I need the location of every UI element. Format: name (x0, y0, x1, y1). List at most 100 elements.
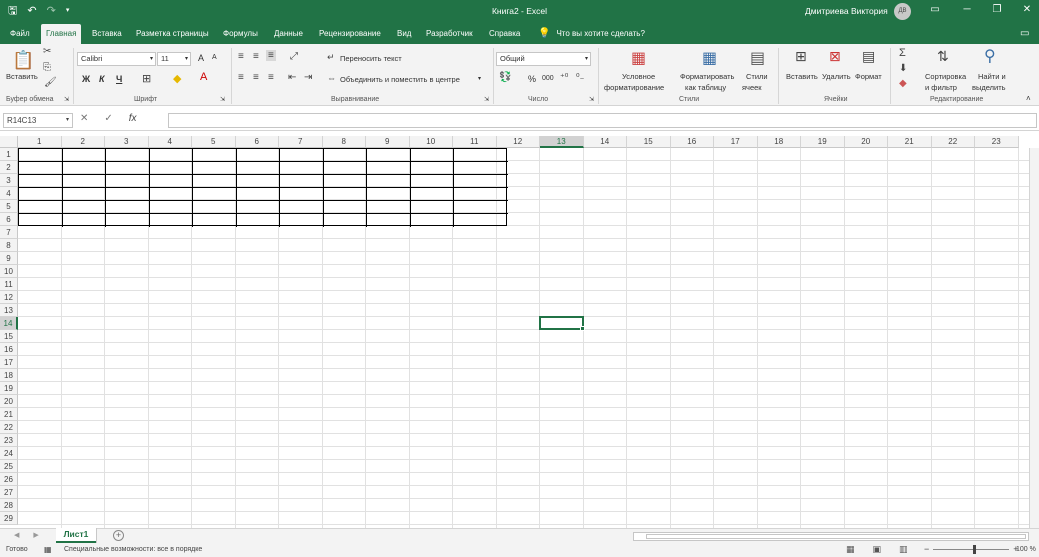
align-top-icon[interactable]: ≡ (238, 51, 244, 62)
tab-data[interactable]: Данные (269, 24, 308, 44)
clear-icon[interactable]: ◆ (899, 78, 907, 89)
find-select-icon[interactable]: ⚲ (984, 46, 996, 66)
wrap-text-button[interactable]: Переносить текст (340, 54, 402, 63)
paste-button[interactable]: Вставить (6, 72, 38, 81)
number-format-select[interactable]: Общий ▾ (496, 52, 591, 66)
bordered-range[interactable] (18, 148, 508, 227)
insert-cells-icon[interactable]: ⊞ (795, 48, 807, 65)
row-header[interactable]: 1 (0, 148, 18, 161)
format-as-table-label-2[interactable]: как таблицу (685, 83, 726, 92)
row-header[interactable]: 9 (0, 252, 18, 265)
column-header[interactable]: 4 (148, 136, 192, 148)
row-header[interactable]: 18 (0, 369, 18, 382)
cut-icon[interactable]: ✂ (43, 46, 51, 57)
normal-view-icon[interactable]: ▦ (846, 544, 855, 555)
row-header[interactable]: 6 (0, 213, 18, 226)
borders-icon[interactable]: ⊞ (142, 72, 151, 85)
name-box[interactable]: R14C13 ▾ (3, 113, 73, 128)
column-header[interactable]: 6 (235, 136, 279, 148)
tab-page-layout[interactable]: Разметка страницы (131, 24, 214, 44)
font-size-select[interactable]: 11 ▾ (157, 52, 191, 66)
row-header[interactable]: 8 (0, 239, 18, 252)
row-header[interactable]: 29 (0, 512, 18, 525)
paste-icon[interactable]: 📋 (12, 50, 34, 71)
conditional-formatting-icon[interactable]: ▦ (631, 48, 646, 68)
row-header[interactable]: 3 (0, 174, 18, 187)
conditional-formatting-label-2[interactable]: форматирование (604, 83, 664, 92)
chevron-down-icon[interactable]: ▾ (478, 75, 481, 82)
percent-button[interactable]: % (528, 74, 536, 84)
column-header[interactable]: 8 (322, 136, 366, 148)
format-painter-icon[interactable]: 🖌 (44, 77, 57, 88)
conditional-formatting-label-1[interactable]: Условное (622, 72, 655, 81)
column-header[interactable]: 20 (844, 136, 888, 148)
column-header[interactable]: 3 (105, 136, 149, 148)
column-header[interactable]: 12 (496, 136, 540, 148)
column-header[interactable]: 16 (670, 136, 714, 148)
column-header[interactable]: 13 (540, 136, 584, 148)
row-header[interactable]: 23 (0, 434, 18, 447)
page-layout-view-icon[interactable]: ▣ (873, 544, 882, 555)
cell-styles-icon[interactable]: ▤ (750, 48, 765, 68)
sort-filter-label-1[interactable]: Сортировка (925, 72, 966, 81)
avatar[interactable]: ДВ (894, 3, 911, 20)
tab-home[interactable]: Главная (41, 24, 82, 44)
sort-filter-label-2[interactable]: и фильтр (925, 83, 957, 92)
column-header[interactable]: 7 (279, 136, 323, 148)
italic-button[interactable]: К (99, 74, 105, 84)
active-cell[interactable] (539, 316, 585, 331)
row-header[interactable]: 15 (0, 330, 18, 343)
tab-formulas[interactable]: Формулы (218, 24, 263, 44)
decrease-decimal-icon[interactable]: ⁰₋ (576, 72, 584, 83)
row-header[interactable]: 14 (0, 317, 18, 330)
cell-styles-label-2[interactable]: ячеек (742, 83, 762, 92)
tab-view[interactable]: Вид (392, 24, 416, 44)
column-header[interactable]: 23 (975, 136, 1019, 148)
zoom-slider[interactable] (933, 544, 1010, 554)
alignment-launcher-icon[interactable]: ⇲ (484, 96, 489, 103)
formula-input[interactable] (168, 113, 1037, 128)
format-cells-icon[interactable]: ▤ (862, 48, 875, 65)
align-left-icon[interactable]: ≡ (238, 72, 244, 83)
row-header[interactable]: 21 (0, 408, 18, 421)
close-icon[interactable]: ✕ (1020, 4, 1034, 15)
fill-handle[interactable] (579, 326, 585, 331)
find-select-label-2[interactable]: выделить (972, 83, 1006, 92)
row-header[interactable]: 13 (0, 304, 18, 317)
macro-record-icon[interactable]: ▦ (44, 545, 52, 554)
zoom-out-icon[interactable]: − (924, 544, 929, 554)
underline-button[interactable]: Ч (116, 74, 122, 84)
tab-file[interactable]: Файл (5, 24, 35, 44)
row-header[interactable]: 5 (0, 200, 18, 213)
row-header[interactable]: 11 (0, 278, 18, 291)
find-select-label-1[interactable]: Найти и (978, 72, 1006, 81)
row-header[interactable]: 7 (0, 226, 18, 239)
tab-insert[interactable]: Вставка (87, 24, 127, 44)
column-header[interactable]: 1 (18, 136, 62, 148)
row-header[interactable]: 4 (0, 187, 18, 200)
merge-center-button[interactable]: Объединить и поместить в центре (340, 75, 460, 84)
column-header[interactable]: 19 (801, 136, 845, 148)
column-header[interactable]: 5 (192, 136, 236, 148)
align-center-icon[interactable]: ≡ (253, 72, 259, 83)
column-header[interactable]: 2 (61, 136, 105, 148)
prev-sheet-icon[interactable]: ◀ (14, 531, 19, 539)
merge-center-icon[interactable]: ⇔ (327, 73, 336, 83)
row-header[interactable]: 27 (0, 486, 18, 499)
accessibility-status[interactable]: Специальные возможности: все в порядке (64, 546, 202, 553)
column-header[interactable]: 17 (714, 136, 758, 148)
sort-filter-icon[interactable]: ⇅ (937, 48, 949, 65)
scroll-thumb[interactable] (646, 534, 1026, 539)
bold-button[interactable]: Ж (82, 74, 90, 84)
font-color-icon[interactable]: A (200, 71, 207, 83)
confirm-entry-icon[interactable]: ✓ (104, 113, 112, 124)
grow-font-button[interactable]: A (198, 53, 204, 63)
select-all-corner[interactable] (0, 136, 18, 148)
format-cells-button[interactable]: Формат (855, 72, 882, 81)
worksheet-grid[interactable]: 1 2 3 4 5 6 7 8 9 10 11 12 13 14 15 16 17 18 19 20 21 22 23 1 2 3… (0, 136, 1039, 528)
ribbon-display-icon[interactable]: ▭ (928, 4, 942, 15)
number-launcher-icon[interactable]: ⇲ (589, 96, 594, 103)
column-header[interactable]: 11 (453, 136, 497, 148)
user-name[interactable]: Дмитриева Виктория (805, 6, 888, 16)
minimize-icon[interactable]: ─ (960, 4, 974, 15)
